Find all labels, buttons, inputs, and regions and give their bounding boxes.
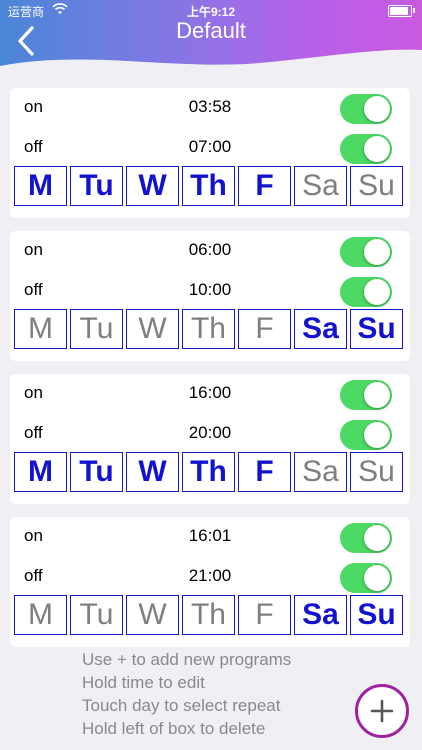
day-button-m[interactable]: M: [14, 595, 67, 635]
day-selector: M Tu W Th F Sa Su: [14, 309, 407, 351]
toggle-knob: [364, 525, 390, 551]
on-toggle[interactable]: [340, 523, 392, 553]
day-button-m[interactable]: M: [14, 309, 67, 349]
header-wave: [0, 49, 422, 75]
program-card[interactable]: on 06:00 off 10:00 M Tu W Th F Sa Su: [10, 231, 410, 361]
plus-icon: [370, 699, 394, 723]
battery-icon: [388, 5, 415, 17]
day-button-f[interactable]: F: [238, 166, 291, 206]
off-label: off: [24, 566, 43, 585]
on-toggle[interactable]: [340, 94, 392, 124]
off-time[interactable]: 21:00: [180, 566, 240, 586]
day-button-sa[interactable]: Sa: [294, 309, 347, 349]
on-time[interactable]: 16:00: [180, 383, 240, 403]
help-text: Use + to add new programs Hold time to e…: [82, 648, 291, 740]
day-button-tu[interactable]: Tu: [70, 309, 123, 349]
on-time[interactable]: 06:00: [180, 240, 240, 260]
day-button-th[interactable]: Th: [182, 595, 235, 635]
day-button-sa[interactable]: Sa: [294, 452, 347, 492]
program-card[interactable]: on 16:01 off 21:00 M Tu W Th F Sa Su: [10, 517, 410, 647]
off-label: off: [24, 423, 43, 442]
page-title: Default: [176, 18, 246, 43]
on-toggle[interactable]: [340, 380, 392, 410]
day-button-su[interactable]: Su: [350, 166, 403, 206]
on-toggle[interactable]: [340, 237, 392, 267]
off-time[interactable]: 20:00: [180, 423, 240, 443]
toggle-knob: [364, 382, 390, 408]
day-button-f[interactable]: F: [238, 309, 291, 349]
off-toggle[interactable]: [340, 277, 392, 307]
program-card[interactable]: on 16:00 off 20:00 M Tu W Th F Sa Su: [10, 374, 410, 504]
day-button-su[interactable]: Su: [350, 452, 403, 492]
day-button-su[interactable]: Su: [350, 309, 403, 349]
day-button-w[interactable]: W: [126, 452, 179, 492]
day-button-sa[interactable]: Sa: [294, 595, 347, 635]
off-time[interactable]: 10:00: [180, 280, 240, 300]
toggle-knob: [364, 565, 390, 591]
off-toggle[interactable]: [340, 420, 392, 450]
day-button-tu[interactable]: Tu: [70, 166, 123, 206]
toggle-knob: [364, 422, 390, 448]
off-time[interactable]: 07:00: [180, 137, 240, 157]
off-toggle[interactable]: [340, 134, 392, 164]
on-time[interactable]: 03:58: [180, 97, 240, 117]
day-button-w[interactable]: W: [126, 166, 179, 206]
day-button-th[interactable]: Th: [182, 166, 235, 206]
header-bar: 运营商 上午9:12 Default: [0, 0, 422, 75]
day-selector: M Tu W Th F Sa Su: [14, 595, 407, 637]
day-button-th[interactable]: Th: [182, 309, 235, 349]
add-program-button[interactable]: [355, 684, 409, 738]
on-label: on: [24, 97, 43, 116]
toggle-knob: [364, 136, 390, 162]
on-time[interactable]: 16:01: [180, 526, 240, 546]
day-selector: M Tu W Th F Sa Su: [14, 166, 407, 208]
day-button-m[interactable]: M: [14, 166, 67, 206]
help-line-repeat: Touch day to select repeat: [82, 696, 281, 715]
program-card[interactable]: on 03:58 off 07:00 M Tu W Th F Sa Su: [10, 88, 410, 218]
off-label: off: [24, 137, 43, 156]
on-label: on: [24, 526, 43, 545]
day-button-w[interactable]: W: [126, 309, 179, 349]
help-line-edit: Hold time to edit: [82, 673, 205, 692]
day-button-tu[interactable]: Tu: [70, 595, 123, 635]
day-button-f[interactable]: F: [238, 595, 291, 635]
day-button-f[interactable]: F: [238, 452, 291, 492]
on-label: on: [24, 240, 43, 259]
toggle-knob: [364, 96, 390, 122]
toggle-knob: [364, 279, 390, 305]
off-label: off: [24, 280, 43, 299]
day-button-m[interactable]: M: [14, 452, 67, 492]
day-button-th[interactable]: Th: [182, 452, 235, 492]
on-label: on: [24, 383, 43, 402]
day-button-tu[interactable]: Tu: [70, 452, 123, 492]
toggle-knob: [364, 239, 390, 265]
day-button-sa[interactable]: Sa: [294, 166, 347, 206]
battery-level: [390, 7, 408, 15]
off-toggle[interactable]: [340, 563, 392, 593]
day-button-su[interactable]: Su: [350, 595, 403, 635]
help-line-delete: Hold left of box to delete: [82, 719, 266, 738]
day-button-w[interactable]: W: [126, 595, 179, 635]
help-line-add: Use + to add new programs: [82, 650, 292, 669]
day-selector: M Tu W Th F Sa Su: [14, 452, 407, 494]
